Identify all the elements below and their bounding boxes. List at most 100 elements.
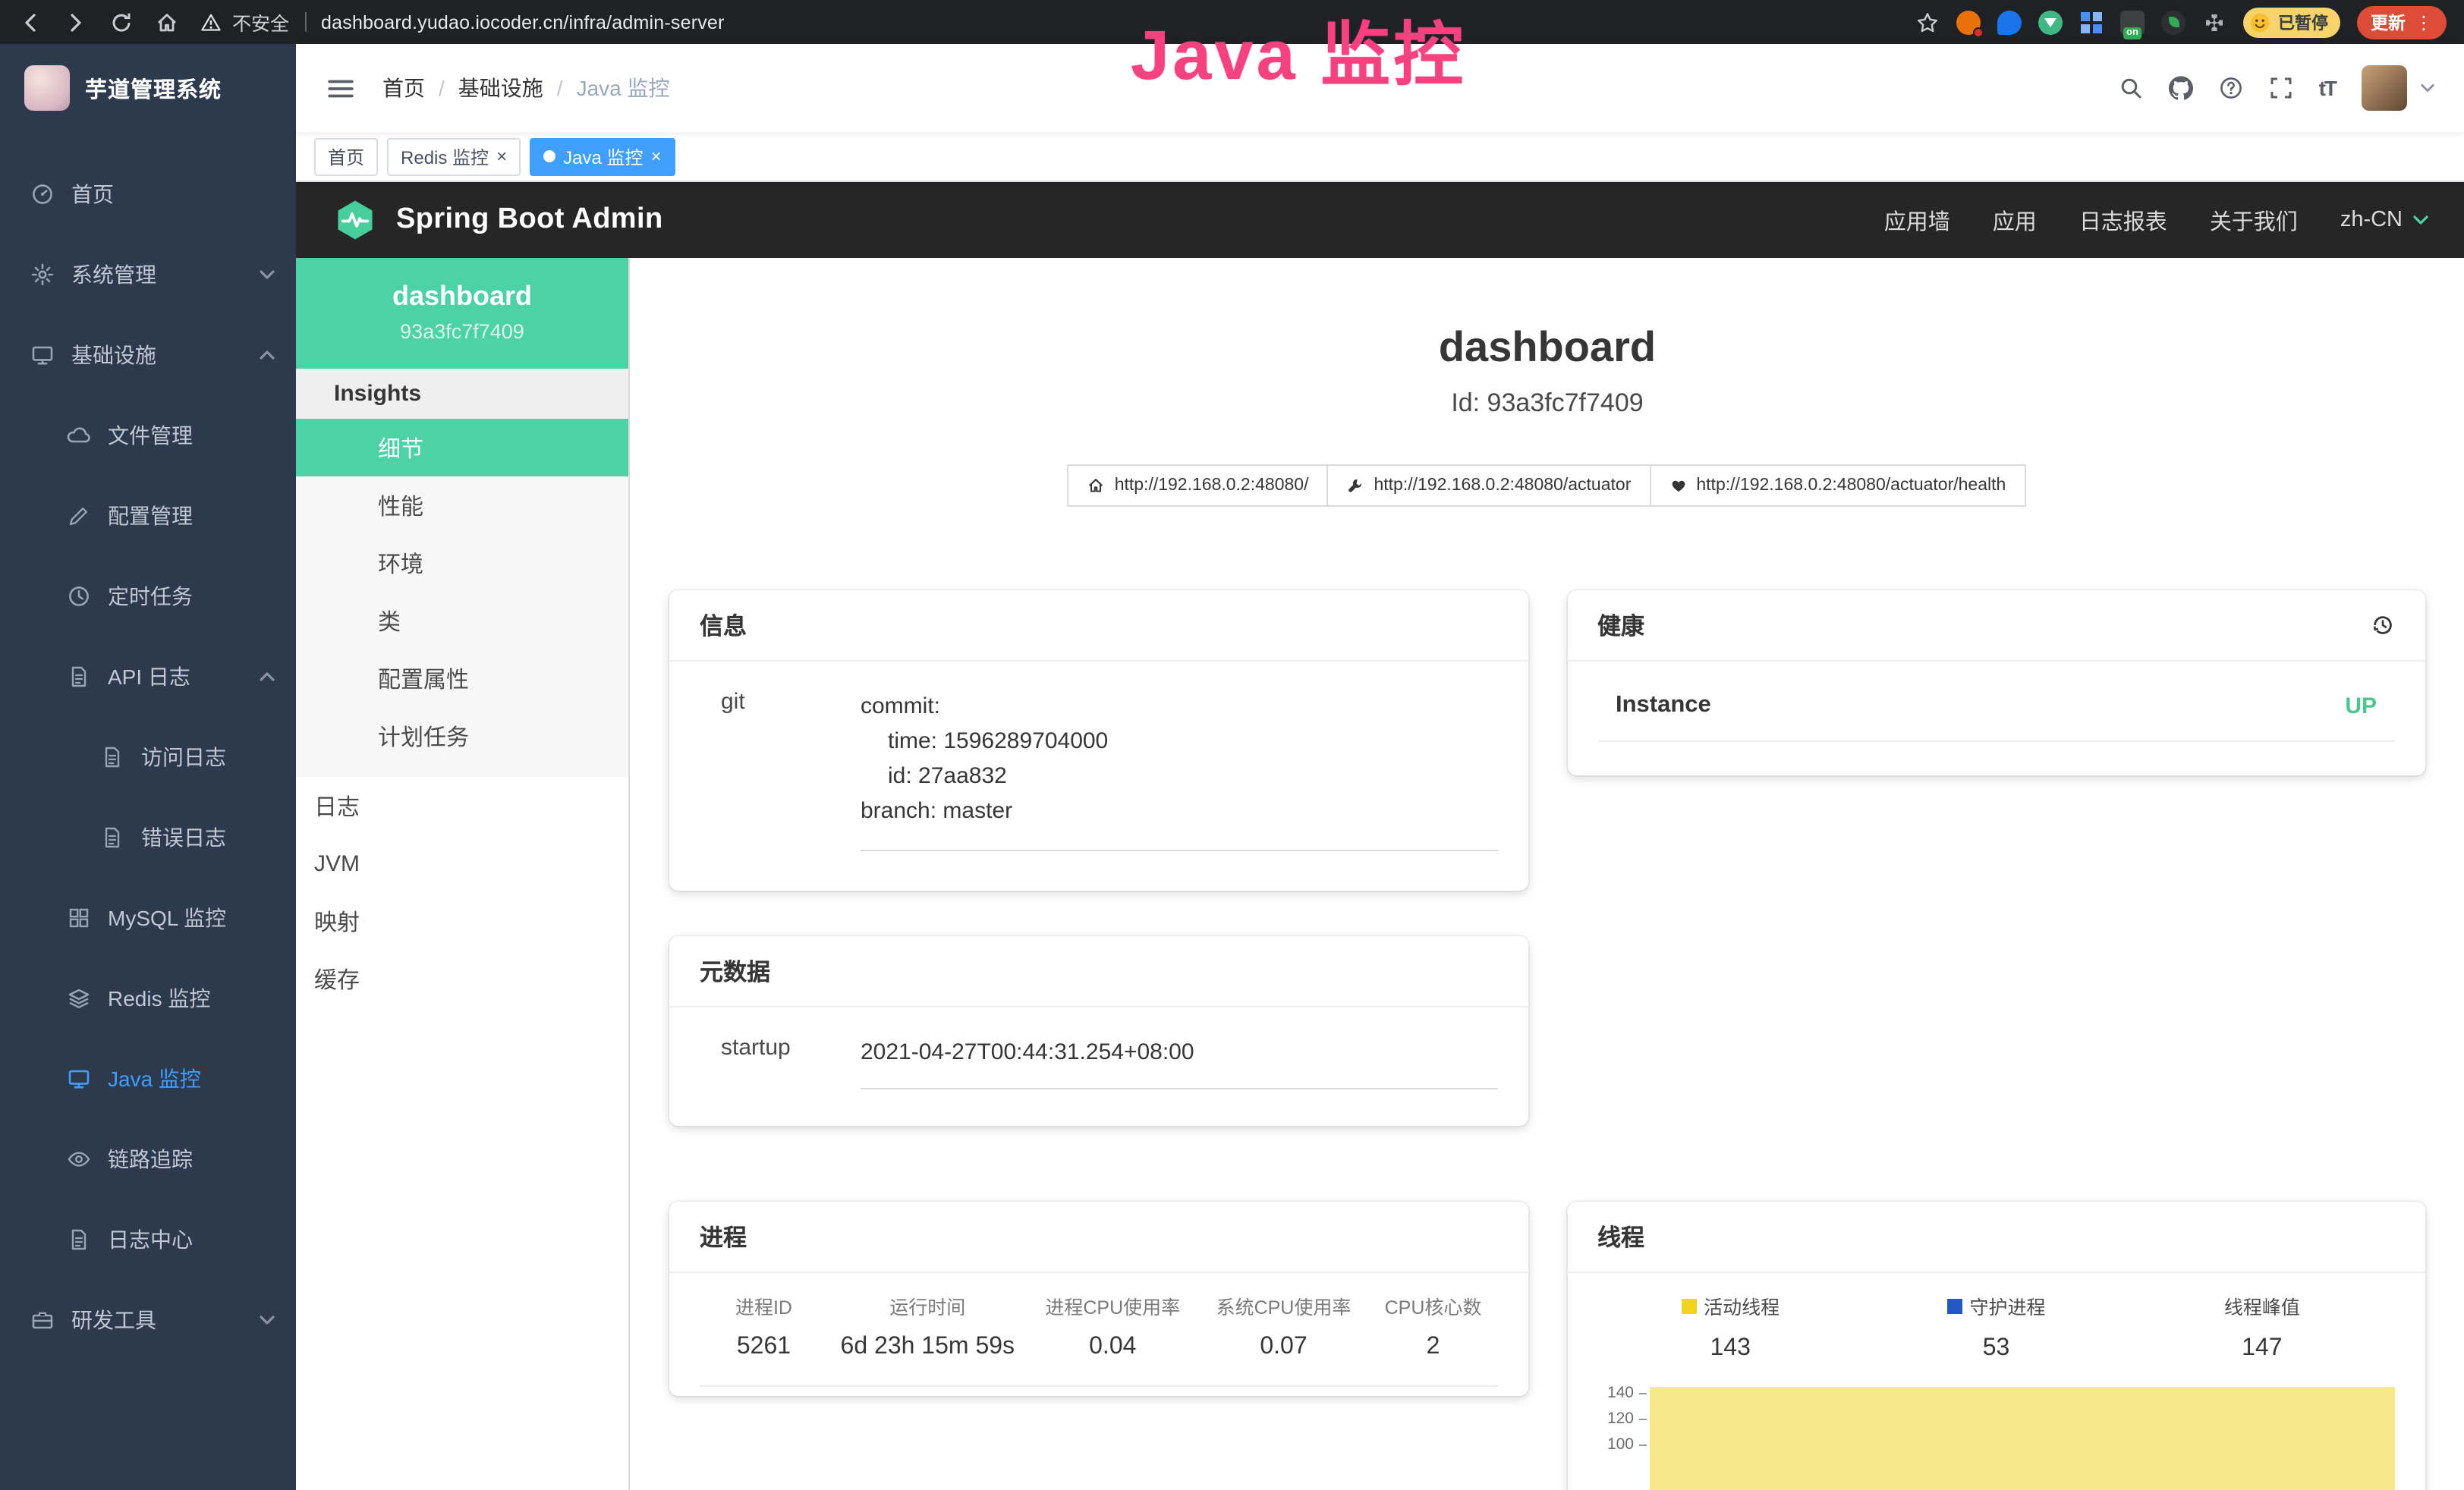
sidebar-item-home[interactable]: 首页 <box>0 153 296 234</box>
sba-menu-jvm[interactable]: JVM <box>296 835 628 892</box>
sidebar-item-redis-monitor[interactable]: Redis 监控 <box>0 957 296 1038</box>
info-card-body: git commit: time: 1596289704000 id: 27aa… <box>669 662 1528 891</box>
paused-label: 已暂停 <box>2278 10 2328 34</box>
sidebar-item-system-management[interactable]: 系统管理 <box>0 234 296 314</box>
live-threads-area <box>1649 1387 2395 1490</box>
extension-orange-icon[interactable] <box>1956 10 1981 34</box>
sidebar-item-config-management[interactable]: 配置管理 <box>0 475 296 555</box>
sba-menu-caches[interactable]: 缓存 <box>296 950 628 1007</box>
vue-devtools-icon[interactable] <box>2038 10 2063 34</box>
help-icon[interactable] <box>2219 76 2243 100</box>
instance-health-link[interactable]: http://192.168.0.2:48080/actuator/health <box>1649 464 2025 507</box>
sidebar-item-scheduled-tasks[interactable]: 定时任务 <box>0 555 296 636</box>
sba-menu-classes[interactable]: 类 <box>296 592 628 649</box>
tools-icon <box>30 1307 55 1331</box>
legend-swatch-yellow <box>1681 1298 1696 1313</box>
stat-cpu-cores: CPU核心数 2 <box>1369 1291 1497 1361</box>
hamburger-icon[interactable] <box>326 75 355 101</box>
sba-menu-scheduled-tasks[interactable]: 计划任务 <box>296 707 628 765</box>
sba-instance-header[interactable]: dashboard 93a3fc7f7409 <box>296 258 628 369</box>
sidebar-item-file-management[interactable]: 文件管理 <box>0 395 296 475</box>
breadcrumb-infrastructure[interactable]: 基础设施 <box>458 73 543 103</box>
close-icon[interactable]: × <box>650 147 661 165</box>
heart-icon <box>1669 476 1687 495</box>
timer-icon <box>67 583 91 608</box>
github-icon[interactable] <box>2169 76 2193 100</box>
info-card-title: 信息 <box>669 590 1528 662</box>
sba-menu-metrics[interactable]: 性能 <box>296 476 628 534</box>
threads-chart: 140 120 100 <box>1597 1381 2395 1490</box>
sba-logo-icon <box>332 197 378 243</box>
extension-leaf-icon[interactable] <box>2161 10 2186 34</box>
sidebar-item-infrastructure[interactable]: 基础设施 <box>0 314 296 395</box>
instance-actuator-link[interactable]: http://192.168.0.2:48080/actuator <box>1326 464 1651 507</box>
fullscreen-icon[interactable] <box>2269 76 2293 100</box>
access-log-icon <box>100 744 124 769</box>
search-icon[interactable] <box>2119 76 2143 100</box>
page-subtitle: Id: 93a3fc7f7409 <box>669 388 2425 419</box>
extension-grid-icon[interactable] <box>2079 10 2104 34</box>
breadcrumb-current: Java 监控 <box>577 73 670 103</box>
chart-plot-area <box>1649 1381 2395 1490</box>
sidebar-item-error-logs[interactable]: 错误日志 <box>0 797 296 877</box>
sba-nav-journal[interactable]: 日志报表 <box>2079 204 2167 236</box>
info-key: git <box>700 689 861 851</box>
sba-brand[interactable]: Spring Boot Admin <box>332 197 663 243</box>
sba-menu-details[interactable]: 细节 <box>296 419 628 476</box>
java-monitor-icon <box>67 1066 91 1090</box>
health-row[interactable]: Instance UP <box>1597 686 2395 742</box>
legend-peak-threads: 线程峰值 147 <box>2129 1291 2395 1363</box>
breadcrumb-home[interactable]: 首页 <box>382 73 425 103</box>
breadcrumb-separator: / <box>557 76 563 100</box>
extension-on-badge: on <box>2123 27 2141 39</box>
history-icon[interactable] <box>2371 613 2395 637</box>
sidebar-item-log-center[interactable]: 日志中心 <box>0 1199 296 1279</box>
extension-switch-icon[interactable]: on <box>2120 10 2145 34</box>
error-log-icon <box>100 825 124 849</box>
sba-menu-logs[interactable]: 日志 <box>296 777 628 835</box>
sba-menu-mappings[interactable]: 映射 <box>296 892 628 950</box>
extensions-puzzle-icon[interactable] <box>2202 10 2226 34</box>
address-bar[interactable]: 不安全 dashboard.yudao.iocoder.cn/infra/adm… <box>200 8 1894 36</box>
app-logo[interactable]: 芋道管理系统 <box>0 44 296 132</box>
threads-legend: 活动线程 143 守护进程 53 线程峰值 14 <box>1567 1273 2425 1363</box>
process-card: 进程 进程ID 5261 运行时间 6d 23h 15m <box>669 1202 1528 1396</box>
forward-icon[interactable] <box>64 10 88 34</box>
legend-daemon-threads: 守护进程 53 <box>1863 1291 2129 1363</box>
sidebar-item-access-logs[interactable]: 访问日志 <box>0 716 296 797</box>
reload-icon[interactable] <box>109 10 134 34</box>
bookmark-star-icon[interactable] <box>1915 10 1940 34</box>
sidebar-menu: 首页 系统管理 基础设施 文件管理 配置管理 <box>0 132 296 1360</box>
sidebar-item-dev-tools[interactable]: 研发工具 <box>0 1279 296 1360</box>
tab-java-monitor[interactable]: Java 监控 × <box>530 137 675 175</box>
app-sidebar: 芋道管理系统 首页 系统管理 基础设施 <box>0 44 296 1490</box>
instance-base-url-link[interactable]: http://192.168.0.2:48080/ <box>1068 464 1329 507</box>
sidebar-item-trace[interactable]: 链路追踪 <box>0 1118 296 1199</box>
chrome-update-button[interactable]: 更新 ⋮ <box>2357 5 2447 39</box>
extension-drop-icon[interactable] <box>1997 10 2022 34</box>
update-label: 更新 <box>2371 10 2406 34</box>
sidebar-item-mysql-monitor[interactable]: MySQL 监控 <box>0 877 296 957</box>
sba-nav-wallboard[interactable]: 应用墙 <box>1884 204 1950 236</box>
avatar-caret-icon[interactable] <box>2421 83 2434 93</box>
metadata-value: 2021-04-27T00:44:31.254+08:00 <box>861 1035 1497 1089</box>
sba-nav-about[interactable]: 关于我们 <box>2210 204 2298 236</box>
close-icon[interactable]: × <box>496 147 507 165</box>
address-divider <box>304 12 306 32</box>
sba-locale-select[interactable]: zh-CN <box>2340 208 2428 232</box>
user-avatar[interactable] <box>2362 65 2407 111</box>
tab-redis-monitor[interactable]: Redis 监控 × <box>387 137 521 175</box>
sidebar-item-api-logs[interactable]: API 日志 <box>0 636 296 716</box>
sidebar-item-java-monitor[interactable]: Java 监控 <box>0 1038 296 1118</box>
sba-menu-environment[interactable]: 环境 <box>296 534 628 592</box>
sba-menu-config-props[interactable]: 配置属性 <box>296 649 628 707</box>
breadcrumb-separator: / <box>439 76 445 100</box>
font-size-icon[interactable]: tT <box>2319 76 2336 100</box>
back-icon[interactable] <box>18 10 42 34</box>
threads-card: 线程 活动线程 143 守护进程 53 <box>1567 1202 2425 1490</box>
profile-paused-badge[interactable]: 已暂停 <box>2243 7 2340 37</box>
browser-home-icon[interactable] <box>155 10 179 34</box>
sba-nav-applications[interactable]: 应用 <box>1993 204 2037 236</box>
tab-home[interactable]: 首页 <box>314 137 378 175</box>
instance-id: 93a3fc7f7409 <box>311 320 613 343</box>
